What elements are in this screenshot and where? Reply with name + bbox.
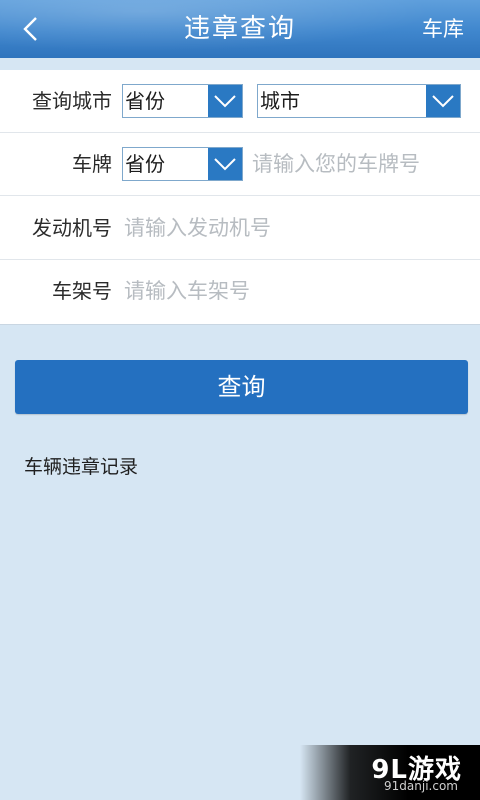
- chevron-left-icon: [23, 17, 37, 41]
- app-header: 违章查询 车库: [0, 0, 480, 58]
- chevron-down-icon: [208, 85, 242, 117]
- plate-label: 车牌: [72, 152, 112, 176]
- query-button[interactable]: 查询: [15, 360, 468, 414]
- city-row: 查询城市 省份 城市: [0, 70, 480, 133]
- plate-province-select[interactable]: 省份: [122, 147, 243, 181]
- city-label: 查询城市: [32, 89, 112, 113]
- engine-row: 发动机号 请输入发动机号: [0, 197, 480, 260]
- city-province-value: 省份: [125, 89, 165, 113]
- violation-records-label: 车辆违章记录: [24, 456, 139, 478]
- watermark: 9L游戏 91danji.com: [300, 745, 480, 800]
- plate-row: 车牌 省份 请输入您的车牌号: [0, 133, 480, 196]
- divider: [0, 195, 480, 196]
- query-form: 查询城市 省份 城市 车牌 省份 请输入您的车牌号 发动机号 请输入发动机号 车…: [0, 70, 480, 325]
- city-province-select[interactable]: 省份: [122, 84, 243, 118]
- city-value: 城市: [260, 89, 300, 113]
- engine-label: 发动机号: [32, 216, 112, 240]
- frame-number-input[interactable]: 请输入车架号: [124, 260, 250, 323]
- engine-number-input[interactable]: 请输入发动机号: [124, 197, 271, 260]
- chevron-down-icon: [208, 148, 242, 180]
- garage-button[interactable]: 车库: [422, 0, 464, 58]
- frame-label: 车架号: [52, 279, 112, 303]
- page-title: 违章查询: [183, 14, 296, 44]
- plate-number-input[interactable]: 请输入您的车牌号: [252, 133, 420, 196]
- plate-province-value: 省份: [125, 152, 165, 176]
- back-button[interactable]: [12, 10, 48, 48]
- chevron-down-icon: [426, 85, 460, 117]
- city-select[interactable]: 城市: [257, 84, 461, 118]
- frame-row: 车架号 请输入车架号: [0, 260, 480, 323]
- watermark-url: 91danji.com: [384, 779, 458, 793]
